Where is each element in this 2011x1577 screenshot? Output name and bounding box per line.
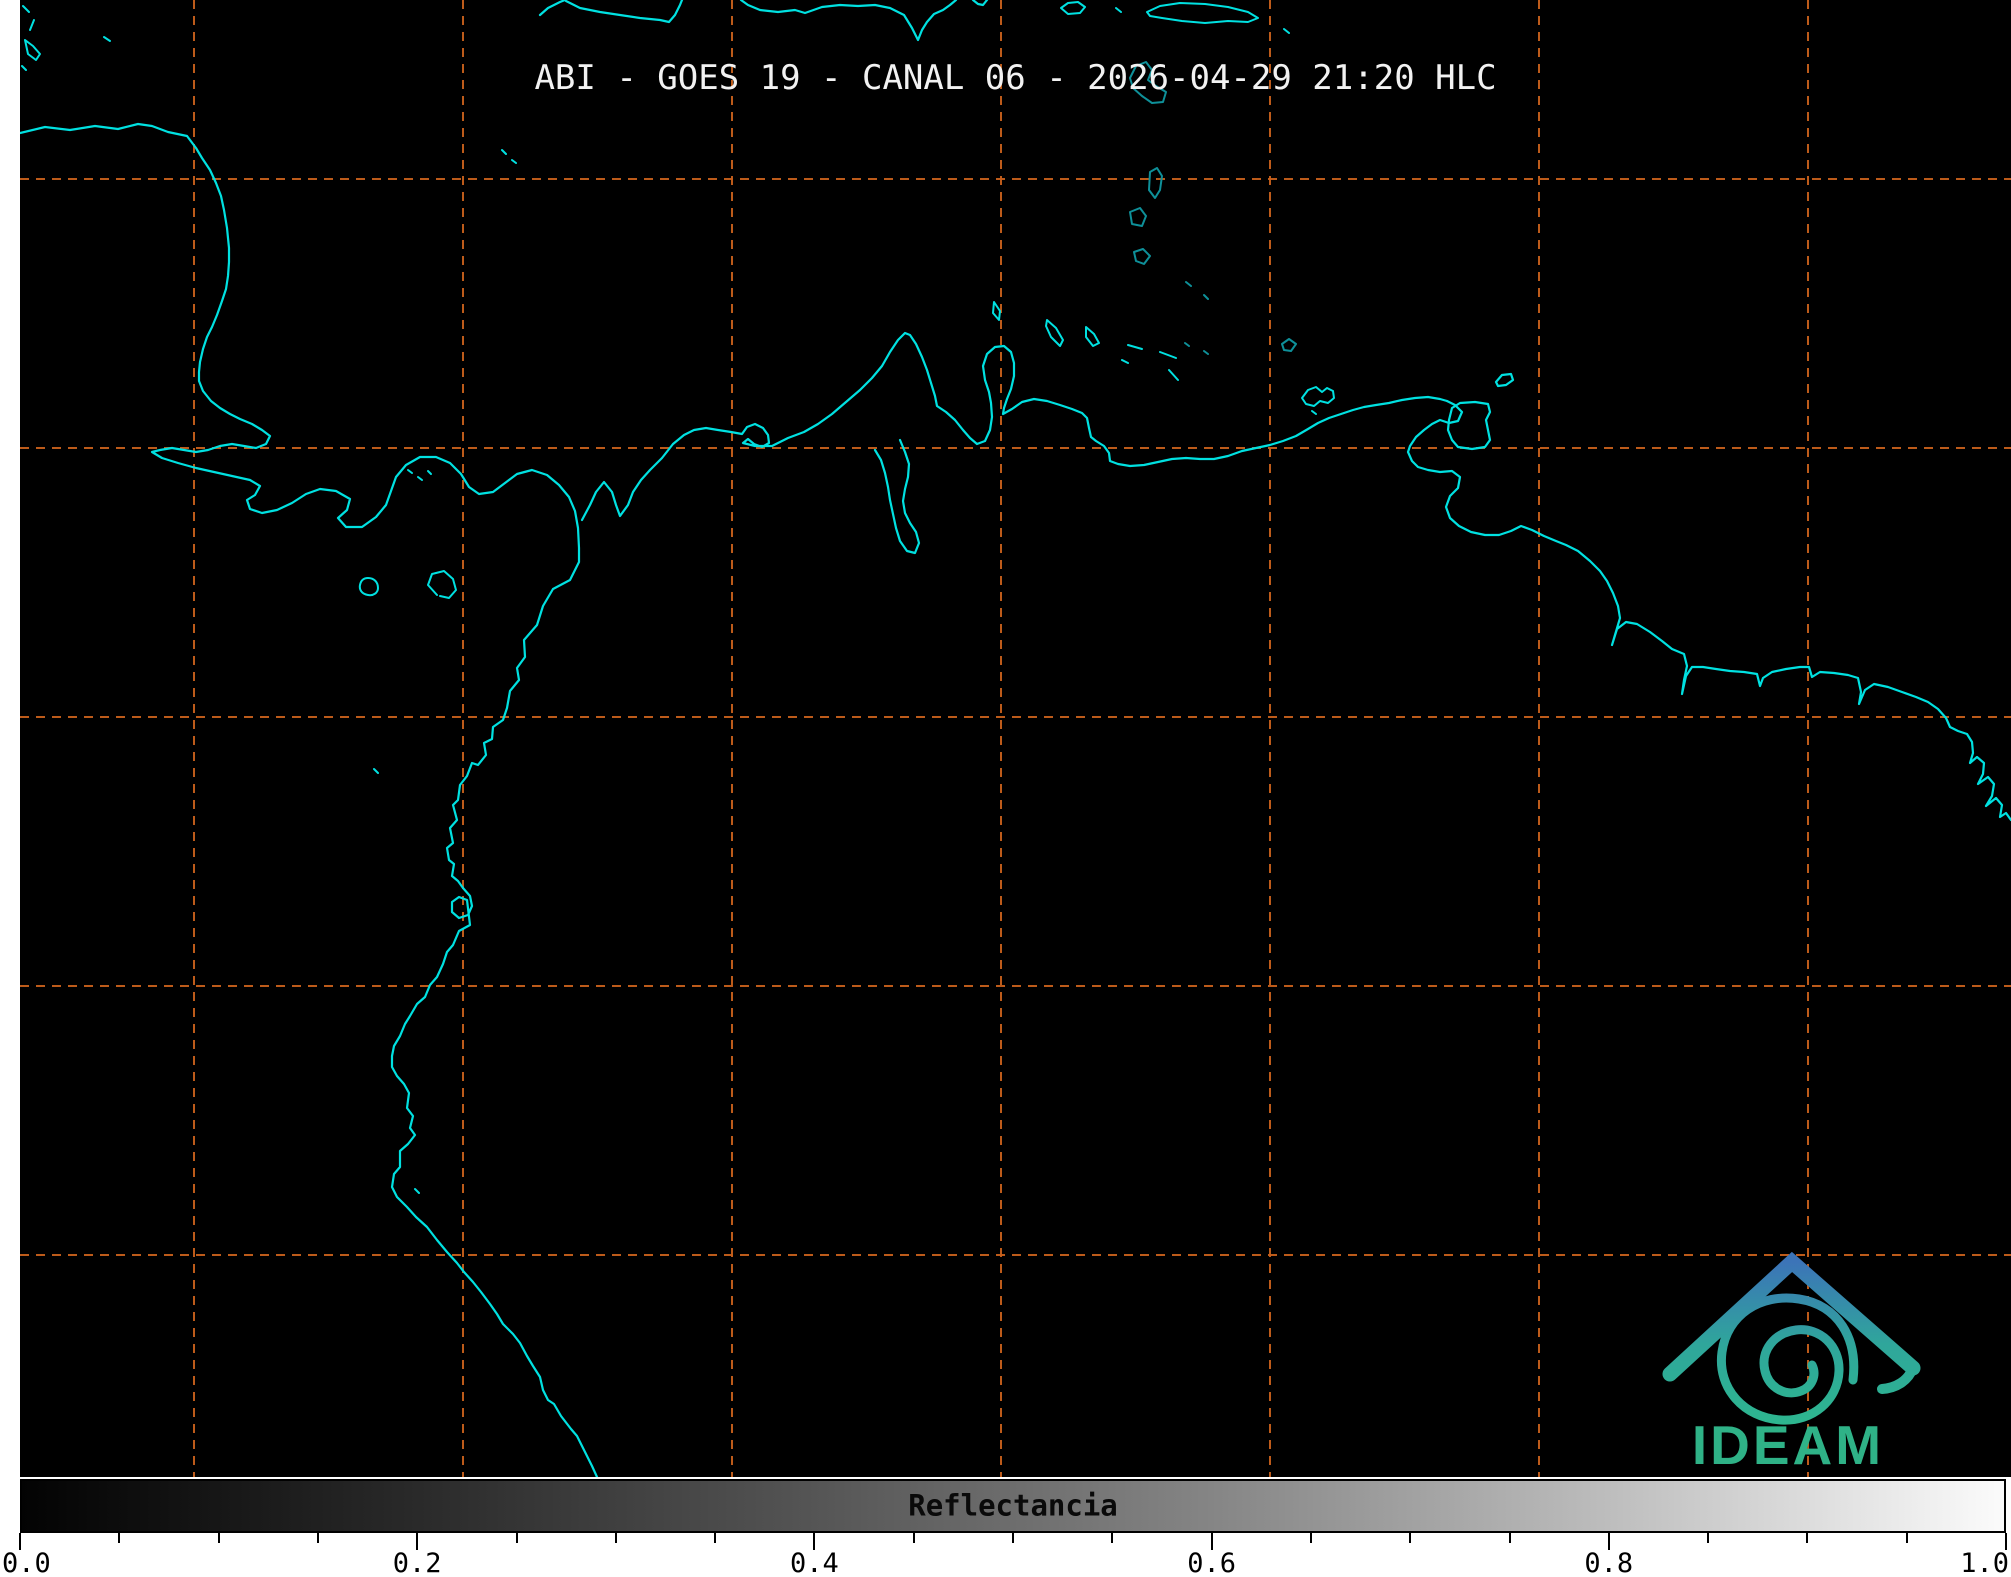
colorbar-tick-label: 0.4 bbox=[790, 1548, 839, 1577]
colorbar-tick-label: 0.0 bbox=[2, 1548, 51, 1577]
colorbar-minor-tick bbox=[1707, 1533, 1710, 1543]
satellite-map-area: ABI - GOES 19 - CANAL 06 - 2026-04-29 21… bbox=[20, 0, 2011, 1477]
colorbar-minor-tick bbox=[1111, 1533, 1114, 1543]
ideam-logo-mark bbox=[1662, 1251, 1921, 1425]
colorbar-tick-label: 0.8 bbox=[1584, 1548, 1634, 1577]
colorbar-minor-tick bbox=[316, 1533, 319, 1543]
colorbar-tick-label: 0.2 bbox=[392, 1548, 442, 1577]
logo-spiral-icon bbox=[1716, 1293, 1859, 1425]
colorbar-minor-tick bbox=[614, 1533, 617, 1543]
colorbar-minor-tick bbox=[1309, 1533, 1312, 1543]
logo-wordmark: IDEAM bbox=[1692, 1414, 1884, 1476]
colorbar-minor-tick bbox=[912, 1533, 915, 1543]
colorbar-title: Reflectancia bbox=[908, 1488, 1118, 1523]
ideam-logo: IDEAM bbox=[1662, 1251, 1921, 1476]
reflectance-colorbar: Reflectancia bbox=[20, 1479, 2006, 1533]
colorbar-minor-tick bbox=[1806, 1533, 1809, 1543]
image-title: ABI - GOES 19 - CANAL 06 - 2026-04-29 21… bbox=[534, 58, 1497, 98]
colorbar-minor-tick bbox=[1409, 1533, 1412, 1543]
colorbar-minor-tick bbox=[515, 1533, 518, 1543]
colorbar-tick-label: 1.0 bbox=[1960, 1548, 2009, 1577]
colorbar-tick-label: 0.6 bbox=[1187, 1548, 1236, 1577]
logo-mountain-icon bbox=[1662, 1251, 1921, 1382]
colorbar-minor-tick bbox=[217, 1533, 220, 1543]
satellite-image-viewport: ABI - GOES 19 - CANAL 06 - 2026-04-29 21… bbox=[0, 0, 2011, 1577]
colorbar-minor-tick bbox=[118, 1533, 121, 1543]
logo-mountain-hook-icon bbox=[1877, 1363, 1918, 1394]
colorbar-minor-tick bbox=[1012, 1533, 1014, 1543]
colorbar-minor-tick bbox=[1905, 1533, 1908, 1543]
colorbar-minor-tick bbox=[714, 1533, 717, 1543]
colorbar-minor-tick bbox=[1508, 1533, 1511, 1543]
